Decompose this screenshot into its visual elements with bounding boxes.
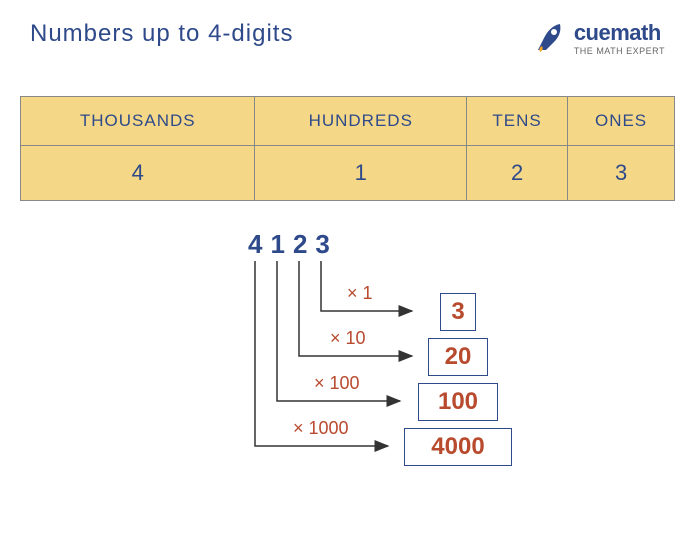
place-value-table: THOUSANDS HUNDREDS TENS ONES 4 1 2 3 (20, 96, 675, 201)
value-tens: 2 (467, 146, 568, 201)
logo-text: cuemath THE MATH EXPERT (574, 20, 665, 56)
header-ones: ONES (568, 97, 675, 146)
table-header-row: THOUSANDS HUNDREDS TENS ONES (21, 97, 675, 146)
multiplier-hundreds: × 100 (314, 373, 360, 394)
logo: cuemath THE MATH EXPERT (532, 20, 665, 56)
value-hundreds: 1 (255, 146, 467, 201)
result-ones: 3 (440, 293, 476, 331)
expansion-diagram: 4 1 2 3 × 1 × 10 × 100 × 1000 3 20 100 4… (0, 221, 695, 511)
page-title: Numbers up to 4-digits (30, 20, 293, 48)
header-tens: TENS (467, 97, 568, 146)
header-thousands: THOUSANDS (21, 97, 255, 146)
multiplier-tens: × 10 (330, 328, 366, 349)
header-hundreds: HUNDREDS (255, 97, 467, 146)
value-thousands: 4 (21, 146, 255, 201)
result-tens: 20 (428, 338, 488, 376)
table-value-row: 4 1 2 3 (21, 146, 675, 201)
result-thousands: 4000 (404, 428, 512, 466)
logo-name: cuemath (574, 20, 665, 46)
header: Numbers up to 4-digits cuemath THE MATH … (0, 0, 695, 66)
multiplier-thousands: × 1000 (293, 418, 349, 439)
connector-lines (0, 221, 695, 511)
rocket-icon (532, 20, 568, 56)
value-ones: 3 (568, 146, 675, 201)
multiplier-ones: × 1 (347, 283, 373, 304)
result-hundreds: 100 (418, 383, 498, 421)
logo-tagline: THE MATH EXPERT (574, 46, 665, 56)
